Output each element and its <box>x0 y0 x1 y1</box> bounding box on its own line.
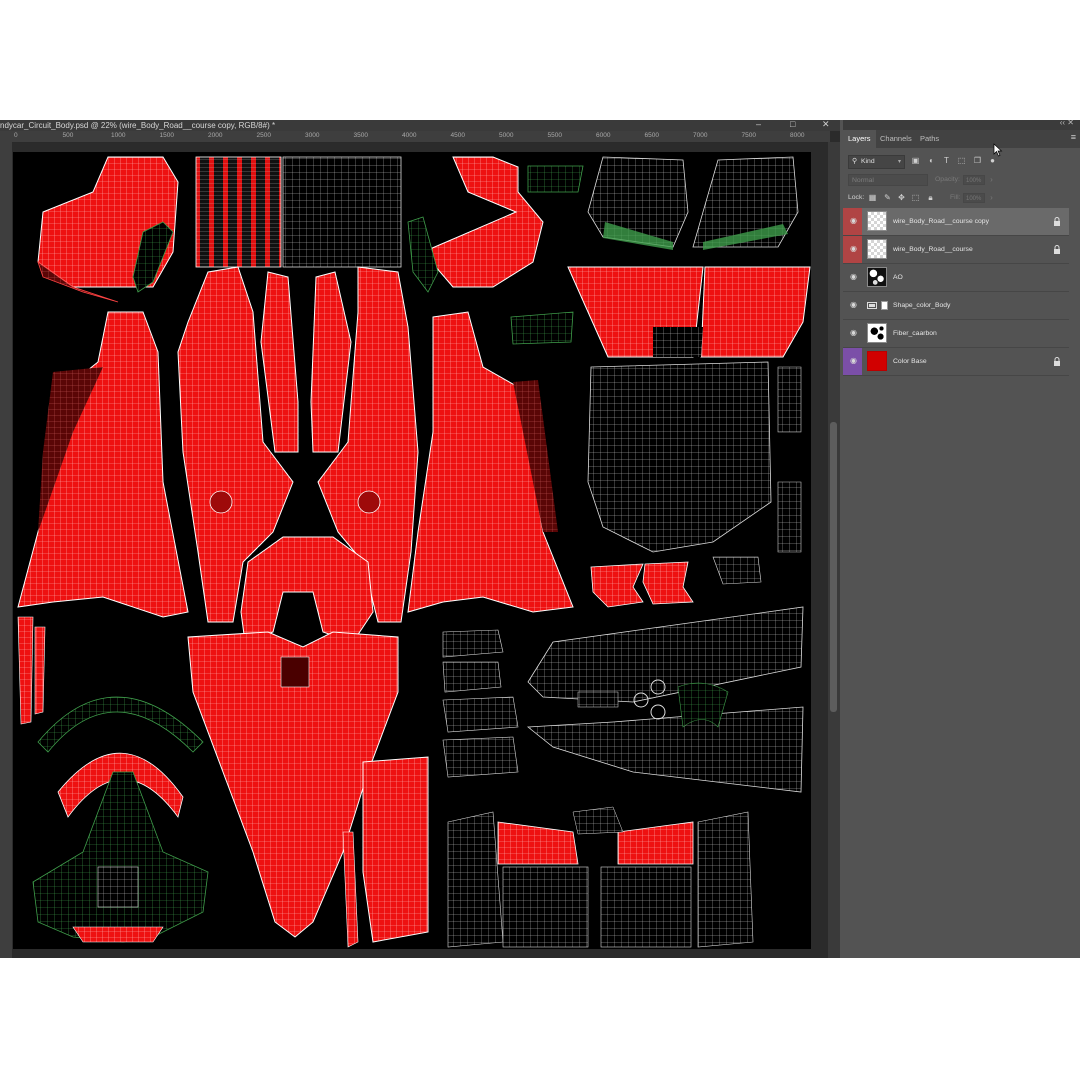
vertical-scrollbar[interactable] <box>828 142 840 958</box>
layer-name: wire_Body_Road__course <box>893 246 973 253</box>
blend-row: Normal Opacity: 100% › <box>843 172 1080 188</box>
collapse-icon[interactable]: ‹‹ ✕ <box>1060 120 1074 127</box>
ruler-mark: 1000 <box>111 132 126 139</box>
ruler-mark: 8000 <box>790 132 805 139</box>
layers-list: ◉ wire_Body_Road__course copy ◉ wire_Bod… <box>843 208 1069 376</box>
fill-label: Fill: <box>950 194 961 201</box>
layer-thumbnail <box>867 239 887 259</box>
layer-row[interactable]: ◉ wire_Body_Road__course <box>843 236 1069 264</box>
layer-mask-icon <box>881 301 888 310</box>
document-tab[interactable]: ndycar_Circuit_Body.psd @ 22% (wire_Body… <box>0 120 840 131</box>
ruler-mark: 7500 <box>741 132 756 139</box>
document-title: ndycar_Circuit_Body.psd @ 22% (wire_Body… <box>0 121 276 130</box>
layer-thumbnail <box>867 267 887 287</box>
lock-icon <box>1054 217 1060 226</box>
ruler-mark: 6500 <box>644 132 659 139</box>
lock-row: Lock: ▦ ✎ ✥ ⬚ 🔒︎ Fill: 100% › <box>843 190 1080 206</box>
search-icon: ⚲ <box>852 158 858 165</box>
ruler-mark: 7000 <box>693 132 708 139</box>
visibility-eye-icon[interactable]: ◉ <box>849 273 858 281</box>
vertical-ruler[interactable] <box>0 142 12 958</box>
layer-thumbnail <box>867 323 887 343</box>
ruler-mark: 3000 <box>305 132 320 139</box>
layer-row[interactable]: ◉ Shape_color_Body <box>843 292 1069 320</box>
lock-icon <box>1054 245 1060 254</box>
layer-thumbnail <box>867 351 887 371</box>
lock-label: Lock: <box>848 194 865 201</box>
lock-artboard-icon[interactable]: ⬚ <box>911 193 920 202</box>
visibility-eye-icon[interactable]: ◉ <box>849 329 858 337</box>
smart-object-filter-icon[interactable]: ❐ <box>973 156 982 165</box>
visibility-eye-icon[interactable]: ◉ <box>849 245 858 253</box>
ruler-mark: 3500 <box>353 132 368 139</box>
canvas[interactable] <box>13 152 811 949</box>
photoshop-window: ndycar_Circuit_Body.psd @ 22% (wire_Body… <box>0 120 1080 958</box>
uv-wireframe-texture <box>17 156 811 948</box>
ruler-mark: 500 <box>62 132 74 139</box>
maximize-icon[interactable]: □ <box>790 120 795 130</box>
lock-paint-icon[interactable]: ✎ <box>883 193 892 202</box>
layer-filter-row: ⚲ Kind ▾ ▣ ◐ T ⬚ ❐ ● <box>843 153 1080 169</box>
layer-name: wire_Body_Road__course copy <box>893 218 989 225</box>
tab-layers[interactable]: Layers <box>843 130 876 148</box>
panel-menu-icon[interactable]: ≡ <box>1071 132 1076 142</box>
ruler-mark: 0 <box>14 132 18 139</box>
ruler-mark: 5000 <box>499 132 514 139</box>
panel-tabs: Layers Channels Paths ≡ <box>843 130 1080 157</box>
lock-transparent-icon[interactable]: ▦ <box>868 193 877 202</box>
layer-row[interactable]: ◉ wire_Body_Road__course copy <box>843 208 1069 236</box>
filter-kind-dropdown[interactable]: ⚲ Kind ▾ <box>848 155 905 169</box>
ruler-mark: 4000 <box>402 132 417 139</box>
visibility-eye-icon[interactable]: ◉ <box>849 301 858 309</box>
layer-row[interactable]: ◉ Fiber_caarbon <box>843 320 1069 348</box>
filter-toggle-icon[interactable]: ● <box>988 156 997 165</box>
document-area: ndycar_Circuit_Body.psd @ 22% (wire_Body… <box>0 120 840 958</box>
tab-channels[interactable]: Channels <box>875 130 917 148</box>
opacity-label: Opacity: <box>935 176 960 183</box>
visibility-eye-icon[interactable]: ◉ <box>849 217 858 225</box>
shape-filter-icon[interactable]: ⬚ <box>957 156 966 165</box>
opacity-input[interactable]: 100% <box>963 175 985 185</box>
ruler-mark: 2000 <box>208 132 223 139</box>
fill-input[interactable]: 100% <box>963 193 985 203</box>
lock-icon <box>1054 357 1060 366</box>
panel-header: ‹‹ ✕ <box>843 120 1080 130</box>
layers-panel: ‹‹ ✕ Layers Channels Paths ≡ ⚲ Kind ▾ ▣ … <box>843 120 1080 958</box>
blend-mode-dropdown[interactable]: Normal <box>848 174 928 186</box>
group-link-icon <box>867 302 877 309</box>
chevron-down-icon: ▾ <box>897 159 901 165</box>
pixel-filter-icon[interactable]: ▣ <box>911 156 920 165</box>
horizontal-ruler[interactable]: 0 500 1000 1500 2000 2500 3000 3500 4000 4500 5000… <box>0 131 830 143</box>
layer-name: Shape_color_Body <box>893 302 951 309</box>
ruler-mark: 1500 <box>159 132 174 139</box>
layer-name: AO <box>893 274 903 281</box>
type-filter-icon[interactable]: T <box>942 156 951 165</box>
ruler-mark: 5500 <box>547 132 562 139</box>
opacity-chevron-icon[interactable]: › <box>987 175 996 184</box>
scrollbar-thumb[interactable] <box>830 422 837 712</box>
adjustment-filter-icon[interactable]: ◐ <box>927 156 936 165</box>
close-icon[interactable]: ✕ <box>822 120 830 130</box>
ruler-mark: 2500 <box>256 132 271 139</box>
minimize-icon[interactable]: – <box>756 120 761 130</box>
layer-name: Color Base <box>893 358 927 365</box>
fill-chevron-icon[interactable]: › <box>987 193 996 202</box>
visibility-eye-icon[interactable]: ◉ <box>849 357 858 365</box>
lock-position-icon[interactable]: ✥ <box>897 193 906 202</box>
layer-row[interactable]: ◉ Color Base <box>843 348 1069 376</box>
tab-paths[interactable]: Paths <box>915 130 944 148</box>
lock-all-icon[interactable]: 🔒︎ <box>926 193 935 202</box>
layer-name: Fiber_caarbon <box>893 330 937 337</box>
ruler-mark: 4500 <box>450 132 465 139</box>
ruler-mark: 6000 <box>596 132 611 139</box>
layer-thumbnail <box>867 211 887 231</box>
layer-row[interactable]: ◉ AO <box>843 264 1069 292</box>
